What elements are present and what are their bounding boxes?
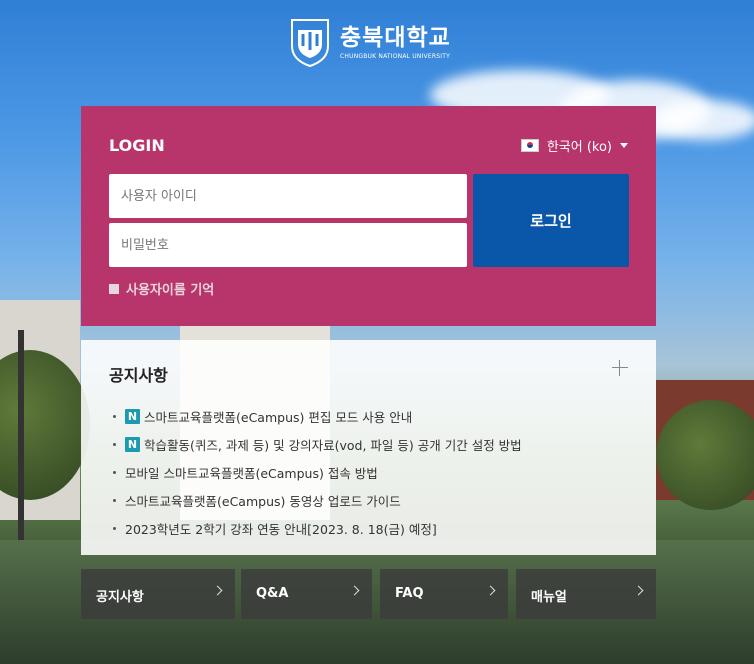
notice-panel: 공지사항 N 스마트교육플랫폼(eCampus) 편집 모드 사용 안내 N 학… xyxy=(81,340,656,555)
quick-link-label: 매뉴얼 xyxy=(531,590,567,605)
notice-list: N 스마트교육플랫폼(eCampus) 편집 모드 사용 안내 N 학습활동(퀴… xyxy=(113,402,522,542)
notice-title: 공지사항 xyxy=(109,366,168,385)
notice-item-text: 2023학년도 2학기 강좌 연동 안내[2023. 8. 18(금) 예정] xyxy=(125,521,437,537)
quick-link-notice[interactable]: 공지사항 xyxy=(81,569,235,619)
quick-link-faq[interactable]: FAQ xyxy=(380,569,508,619)
chevron-right-icon xyxy=(212,585,223,596)
quick-link-label: 공지사항 xyxy=(96,590,144,605)
notice-item[interactable]: N 학습활동(퀴즈, 과제 등) 및 강의자료(vod, 파일 등) 공개 기간… xyxy=(113,430,522,458)
university-emblem-icon xyxy=(291,19,329,68)
notice-item-text: 스마트교육플랫폼(eCampus) 동영상 업로드 가이드 xyxy=(125,493,401,509)
notice-item-text: 모바일 스마트교육플랫폼(eCampus) 접속 방법 xyxy=(125,465,378,481)
campus-background xyxy=(0,0,754,664)
quick-link-label: FAQ xyxy=(395,586,424,601)
notice-item[interactable]: 모바일 스마트교육플랫폼(eCampus) 접속 방법 xyxy=(113,458,522,486)
bullet-icon xyxy=(113,498,116,502)
caret-down-icon xyxy=(620,143,628,148)
login-title: LOGIN xyxy=(109,136,165,155)
login-panel: LOGIN 한국어 (ko) 로그인 사용자이름 기억 xyxy=(81,106,656,326)
university-logo[interactable]: 충북대학교 CHUNGBUK NATIONAL UNIVERSITY xyxy=(288,14,458,70)
quick-link-qna[interactable]: Q&A xyxy=(241,569,372,619)
korea-flag-icon xyxy=(520,139,539,152)
new-badge: N xyxy=(125,408,140,424)
remember-username-checkbox[interactable]: 사용자이름 기억 xyxy=(109,279,214,298)
login-button[interactable]: 로그인 xyxy=(473,174,629,267)
university-name-kr: 충북대학교 xyxy=(340,24,451,51)
language-label: 한국어 (ko) xyxy=(546,140,612,155)
notice-item-text: 스마트교육플랫폼(eCampus) 편집 모드 사용 안내 xyxy=(144,409,413,425)
bullet-icon xyxy=(113,526,116,530)
chevron-right-icon xyxy=(349,585,360,596)
checkbox-box[interactable] xyxy=(109,283,119,294)
notice-item[interactable]: 스마트교육플랫폼(eCampus) 동영상 업로드 가이드 xyxy=(113,486,522,514)
new-badge: N xyxy=(125,436,140,452)
bullet-icon xyxy=(113,414,116,418)
bullet-icon xyxy=(113,442,116,446)
notice-more-plus-icon[interactable] xyxy=(612,360,628,376)
chevron-right-icon xyxy=(485,585,496,596)
notice-item[interactable]: N 스마트교육플랫폼(eCampus) 편집 모드 사용 안내 xyxy=(113,402,522,430)
remember-username-label: 사용자이름 기억 xyxy=(126,283,215,298)
quick-link-manual[interactable]: 매뉴얼 xyxy=(516,569,656,619)
password-input[interactable] xyxy=(109,223,467,267)
language-selector[interactable]: 한국어 (ko) xyxy=(520,136,628,155)
university-name-en: CHUNGBUK NATIONAL UNIVERSITY xyxy=(340,52,450,60)
notice-item[interactable]: 2023학년도 2학기 강좌 연동 안내[2023. 8. 18(금) 예정] xyxy=(113,514,522,542)
quick-link-label: Q&A xyxy=(256,586,289,601)
chevron-right-icon xyxy=(633,585,644,596)
notice-item-text: 학습활동(퀴즈, 과제 등) 및 강의자료(vod, 파일 등) 공개 기간 설… xyxy=(144,437,522,453)
username-input[interactable] xyxy=(109,174,467,218)
bullet-icon xyxy=(113,470,116,474)
